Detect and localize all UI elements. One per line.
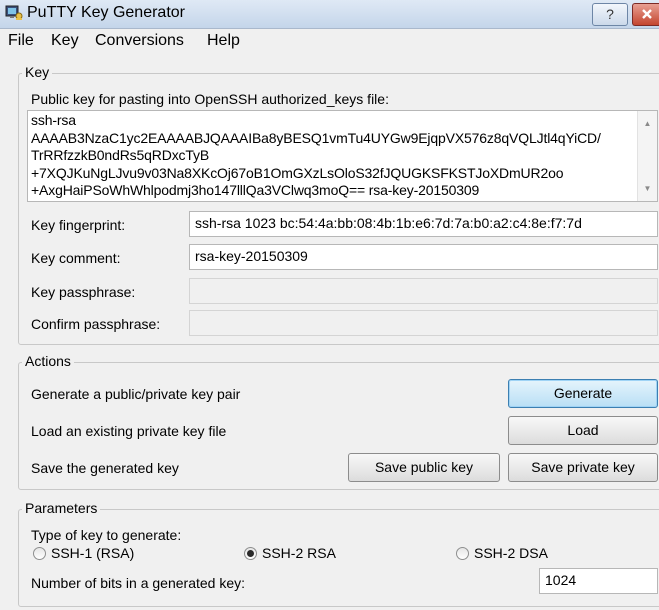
menu-file[interactable]: File	[8, 32, 34, 50]
public-key-scrollbar[interactable]: ▲ ▼	[637, 111, 657, 201]
key-type-label: Type of key to generate:	[31, 527, 182, 543]
confirm-passphrase-label: Confirm passphrase:	[31, 316, 161, 332]
generate-button[interactable]: Generate	[508, 379, 658, 408]
close-icon	[642, 9, 652, 19]
ssh2-dsa-label[interactable]: SSH-2 DSA	[474, 545, 548, 561]
save-private-key-button[interactable]: Save private key	[508, 453, 658, 482]
ssh1-rsa-label[interactable]: SSH-1 (RSA)	[51, 545, 134, 561]
generate-label: Generate a public/private key pair	[31, 386, 241, 402]
fingerprint-label: Key fingerprint:	[31, 217, 126, 233]
confirm-passphrase-field[interactable]	[189, 310, 658, 336]
load-label: Load an existing private key file	[31, 423, 227, 439]
radio-ssh2-dsa[interactable]	[456, 547, 469, 560]
load-button[interactable]: Load	[508, 416, 658, 445]
window-title: PuTTY Key Generator	[27, 4, 185, 21]
radio-ssh1-rsa[interactable]	[33, 547, 46, 560]
comment-label: Key comment:	[31, 250, 121, 266]
fingerprint-field[interactable]: ssh-rsa 1023 bc:54:4a:bb:08:4b:1b:e6:7d:…	[189, 211, 658, 237]
bits-field[interactable]: 1024	[539, 568, 658, 594]
title-bar[interactable]: PuTTY Key Generator ?	[0, 0, 659, 29]
menu-conversions[interactable]: Conversions	[95, 32, 184, 50]
parameters-group-legend: Parameters	[22, 500, 101, 516]
menu-key[interactable]: Key	[51, 32, 79, 50]
save-label: Save the generated key	[31, 460, 179, 476]
key-group-legend: Key	[22, 64, 53, 80]
menu-help[interactable]: Help	[207, 32, 240, 50]
comment-field[interactable]: rsa-key-20150309	[189, 244, 658, 270]
radio-ssh2-rsa[interactable]	[244, 547, 257, 560]
save-public-key-button[interactable]: Save public key	[348, 453, 500, 482]
public-key-label: Public key for pasting into OpenSSH auth…	[31, 91, 389, 107]
scroll-up-icon[interactable]: ▲	[638, 119, 657, 128]
public-key-textarea[interactable]: ssh-rsa AAAAB3NzaC1yc2EAAAABJQAAAIBa8yBE…	[27, 110, 658, 202]
menu-bar: File Key Conversions Help	[0, 29, 659, 54]
passphrase-label: Key passphrase:	[31, 284, 136, 300]
public-key-text: ssh-rsa AAAAB3NzaC1yc2EAAAABJQAAAIBa8yBE…	[31, 112, 601, 198]
ssh2-rsa-label[interactable]: SSH-2 RSA	[262, 545, 336, 561]
bits-label: Number of bits in a generated key:	[31, 575, 246, 591]
putty-keygen-icon	[5, 5, 23, 20]
radio-dot	[247, 550, 254, 557]
help-button[interactable]: ?	[592, 3, 628, 26]
actions-group-legend: Actions	[22, 353, 74, 369]
close-button[interactable]	[632, 3, 659, 26]
passphrase-field[interactable]	[189, 278, 658, 304]
scroll-down-icon[interactable]: ▼	[638, 184, 657, 193]
